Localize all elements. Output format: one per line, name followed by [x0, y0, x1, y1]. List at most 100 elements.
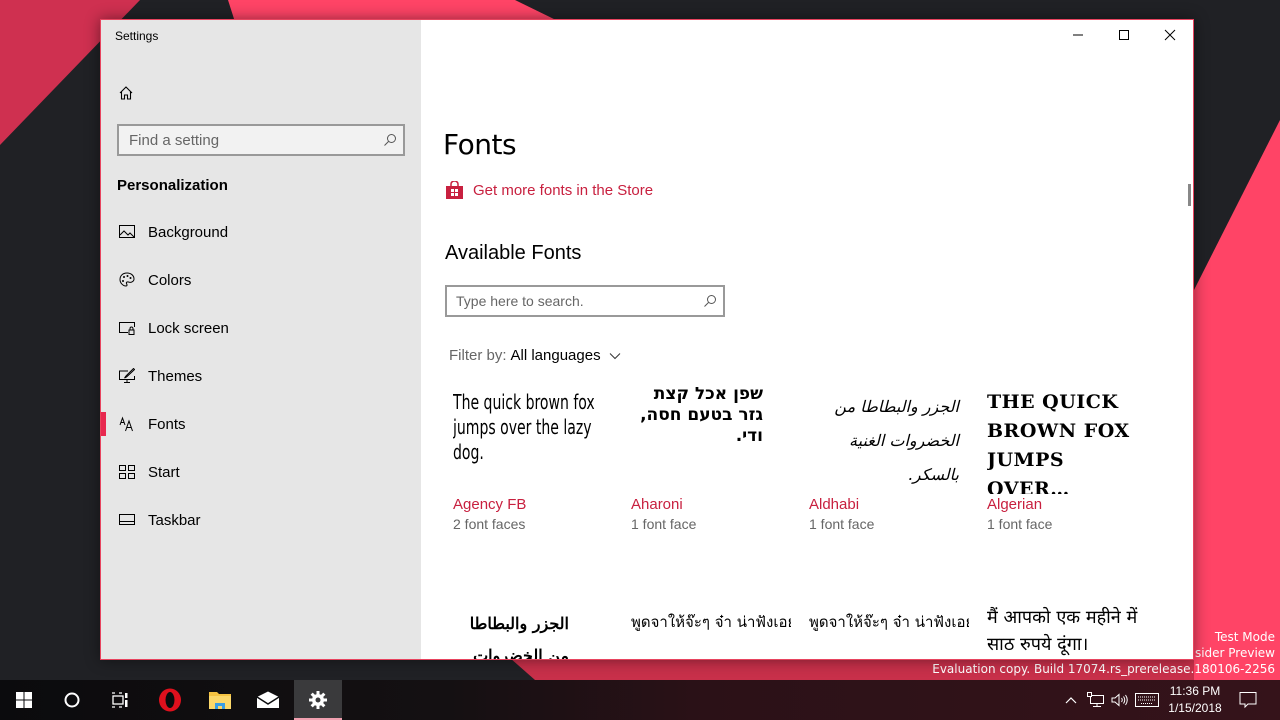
- sidebar-item-fonts[interactable]: Fonts: [101, 400, 421, 448]
- font-faces-count: 1 font face: [809, 516, 875, 532]
- windows-icon: [16, 692, 32, 708]
- maximize-button[interactable]: [1101, 20, 1147, 50]
- font-preview: मैं आपको एक महीने में साठ रुपये दूंगा।: [987, 607, 1138, 655]
- sidebar-item-label: Colors: [148, 271, 192, 289]
- action-center-icon: [1239, 692, 1257, 709]
- find-setting-input[interactable]: [119, 131, 377, 149]
- main-content: Fonts Get more fonts in the Store Availa…: [421, 20, 1193, 659]
- home-icon: [119, 86, 133, 100]
- font-preview: THE QUICK BROWN FOX JUMPS OVER…: [987, 391, 1130, 494]
- clock-date: 1/15/2018: [1168, 701, 1222, 715]
- home-button[interactable]: [115, 82, 137, 104]
- taskbar-task-view-button[interactable]: [96, 680, 144, 720]
- sidebar-item-start[interactable]: Start: [101, 448, 421, 496]
- lock-screen-icon: [117, 318, 137, 338]
- font-preview: พูดจาให้จ๊ะๆ จ๋า น่าฟังเอย: [631, 613, 791, 631]
- fonts-icon: [117, 414, 137, 434]
- page-title: Fonts: [443, 128, 517, 161]
- taskbar: 11:36 PM 1/15/2018: [0, 680, 1280, 720]
- find-setting-search[interactable]: [117, 124, 405, 156]
- taskbar-mail-button[interactable]: [244, 680, 292, 720]
- font-card[interactable]: मैं आपको एक महीने में साठ रुपये दूंगा।: [987, 604, 1147, 659]
- filter-label: Filter by:: [449, 347, 507, 364]
- section-title: Personalization: [117, 177, 228, 194]
- search-icon[interactable]: [697, 294, 723, 308]
- taskbar-cortana-button[interactable]: [48, 680, 96, 720]
- taskbar-opera-button[interactable]: [146, 680, 194, 720]
- font-search-box[interactable]: [445, 285, 725, 317]
- maximize-icon: [1119, 30, 1129, 40]
- gear-icon: [309, 691, 327, 709]
- font-search-input[interactable]: [447, 293, 697, 309]
- font-name: Aldhabi: [809, 496, 860, 513]
- opera-icon: [159, 688, 181, 712]
- sidebar: Settings Personalization Background Colo…: [101, 20, 421, 659]
- available-fonts-heading: Available Fonts: [445, 242, 582, 264]
- palette-icon: [117, 270, 137, 290]
- font-preview: שפן אכל קצת גזר בטעם חסה, ודי.: [640, 384, 763, 446]
- chevron-down-icon: [609, 352, 620, 359]
- volume-icon: [1111, 693, 1128, 707]
- taskbar-clock[interactable]: 11:36 PM 1/15/2018: [1162, 683, 1228, 717]
- action-center-button[interactable]: [1234, 680, 1262, 720]
- taskbar-icon: [117, 510, 137, 530]
- filter-value: All languages: [510, 347, 601, 364]
- font-card[interactable]: พูดจาให้จ๊ะๆ จ๋า น่าฟังเอย: [631, 610, 791, 659]
- themes-icon: [117, 366, 137, 386]
- font-preview: พูดจาให้จ๊ะๆ จ๋า น่าฟังเอย: [809, 613, 969, 631]
- tray-network-button[interactable]: [1084, 680, 1108, 720]
- sidebar-item-lock-screen[interactable]: Lock screen: [101, 304, 421, 352]
- minimize-icon: [1073, 34, 1083, 36]
- keyboard-icon: [1135, 693, 1159, 707]
- picture-icon: [117, 222, 137, 242]
- font-preview: الجزر والبطاطا من الخضروات الغنية بالسكر…: [834, 397, 959, 484]
- sidebar-item-label: Themes: [148, 367, 203, 385]
- tray-show-hidden-button[interactable]: [1060, 680, 1082, 720]
- window-title: Settings: [115, 29, 159, 43]
- language-filter-dropdown[interactable]: Filter by: All languages: [449, 347, 621, 364]
- font-preview: الجزر والبطاطا من الخضروات الغنية: [469, 614, 569, 660]
- font-card-agency-fb[interactable]: The quick brown fox jumps over the lazy …: [453, 390, 613, 532]
- close-icon: [1164, 29, 1176, 41]
- store-link-text[interactable]: Get more fonts in the Store: [473, 182, 653, 199]
- start-icon: [117, 462, 137, 482]
- task-view-icon: [112, 692, 128, 708]
- watermark-build: Evaluation copy. Build 17074.rs_prerelea…: [932, 662, 1275, 676]
- close-button[interactable]: [1147, 20, 1193, 50]
- folder-icon: [209, 692, 231, 709]
- tray-touch-keyboard-button[interactable]: [1132, 680, 1162, 720]
- taskbar-settings-button[interactable]: [294, 680, 342, 720]
- clock-time: 11:36 PM: [1169, 684, 1221, 698]
- font-faces-count: 2 font faces: [453, 516, 526, 532]
- font-card-aldhabi[interactable]: الجزر والبطاطا من الخضروات الغنية بالسكر…: [809, 390, 969, 532]
- taskbar-start-button[interactable]: [0, 680, 48, 720]
- scrollbar-thumb[interactable]: [1188, 184, 1191, 206]
- minimize-button[interactable]: [1055, 20, 1101, 50]
- store-link[interactable]: Get more fonts in the Store: [445, 181, 653, 200]
- network-icon: [1087, 692, 1104, 707]
- sidebar-item-themes[interactable]: Themes: [101, 352, 421, 400]
- font-card-aharoni[interactable]: שפן אכל קצת גזר בטעם חסה, ודי. Aharoni 1…: [631, 384, 791, 532]
- sidebar-item-label: Background: [148, 223, 229, 241]
- sidebar-item-label: Taskbar: [148, 511, 201, 529]
- store-bag-icon: [446, 181, 463, 199]
- search-icon[interactable]: [377, 133, 403, 147]
- font-faces-count: 1 font face: [631, 516, 697, 532]
- font-card[interactable]: الجزر والبطاطا من الخضروات الغنية: [453, 608, 613, 660]
- sidebar-nav: Background Colors Lock screen Themes Fon…: [101, 208, 421, 544]
- font-card[interactable]: พูดจาให้จ๊ะๆ จ๋า น่าฟังเอย: [809, 610, 969, 659]
- chevron-up-icon: [1065, 697, 1077, 704]
- mail-icon: [256, 691, 280, 708]
- sidebar-item-label: Start: [148, 463, 180, 481]
- cortana-circle-icon: [64, 692, 80, 708]
- font-preview: The quick brown fox jumps over the lazy …: [453, 390, 595, 464]
- sidebar-item-taskbar[interactable]: Taskbar: [101, 496, 421, 544]
- tray-volume-button[interactable]: [1108, 680, 1132, 720]
- sidebar-item-colors[interactable]: Colors: [101, 256, 421, 304]
- font-faces-count: 1 font face: [987, 516, 1053, 532]
- sidebar-item-background[interactable]: Background: [101, 208, 421, 256]
- font-card-algerian[interactable]: THE QUICK BROWN FOX JUMPS OVER… Algerian…: [987, 390, 1147, 532]
- taskbar-file-explorer-button[interactable]: [196, 680, 244, 720]
- font-name: Agency FB: [453, 496, 527, 513]
- sidebar-item-label: Fonts: [148, 415, 186, 433]
